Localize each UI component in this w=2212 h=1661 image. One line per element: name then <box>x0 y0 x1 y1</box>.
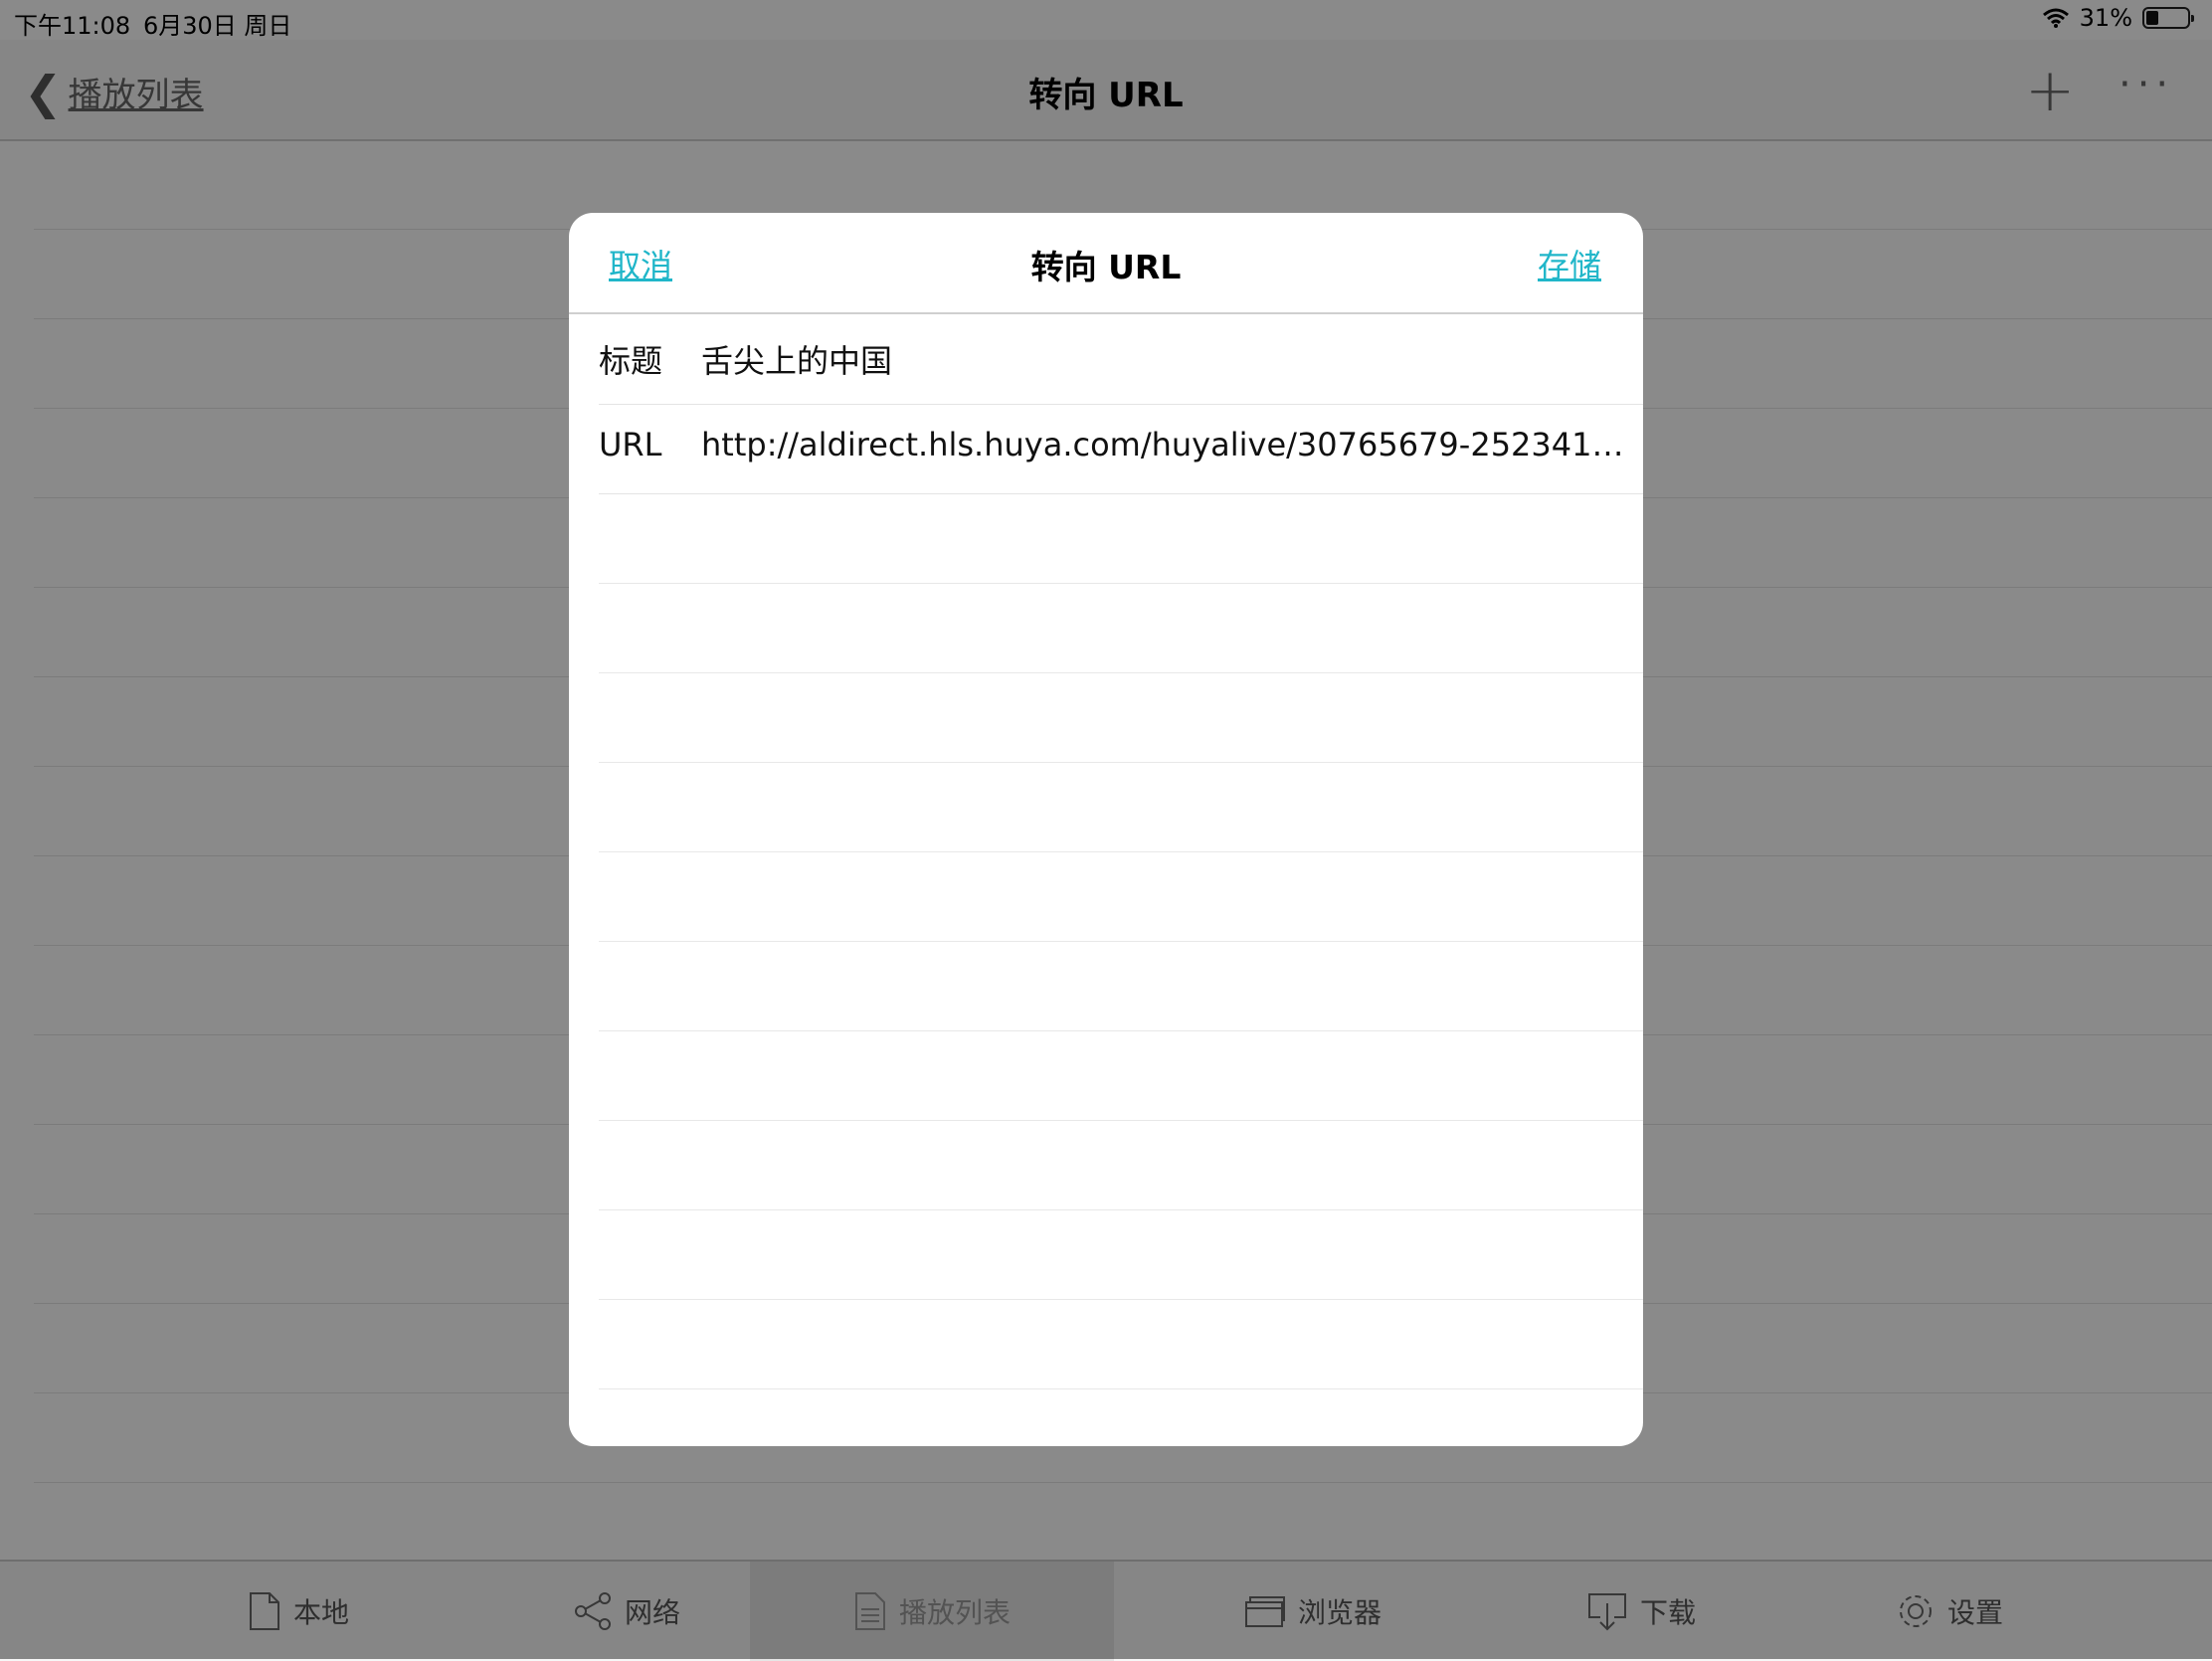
empty-row-divider <box>599 1299 1643 1300</box>
title-field[interactable]: 舌尖上的中国 <box>701 336 1633 382</box>
title-label: 标题 <box>599 342 663 380</box>
empty-row-divider <box>599 1388 1643 1389</box>
empty-row-divider <box>599 941 1643 942</box>
empty-row-divider <box>599 1209 1643 1210</box>
empty-row-divider <box>599 583 1643 584</box>
empty-row-divider <box>599 1120 1643 1121</box>
redirect-url-dialog: 取消 转向 URL 存储 标题 舌尖上的中国 URL http://aldire… <box>569 213 1643 1446</box>
empty-row-divider <box>599 851 1643 852</box>
empty-row-divider <box>599 762 1643 763</box>
save-button[interactable]: 存储 <box>1538 241 1601 286</box>
dialog-title: 转向 URL <box>1030 248 1182 286</box>
url-field[interactable]: http://aldirect.hls.huya.com/huyalive/30… <box>701 426 1633 463</box>
dialog-header: 取消 转向 URL 存储 <box>569 213 1643 314</box>
url-row[interactable]: URL http://aldirect.hls.huya.com/huyaliv… <box>599 404 1643 494</box>
empty-row-divider <box>599 672 1643 673</box>
url-label: URL <box>599 426 662 463</box>
title-row[interactable]: 标题 舌尖上的中国 <box>599 314 1643 405</box>
empty-row-divider <box>599 1030 1643 1031</box>
